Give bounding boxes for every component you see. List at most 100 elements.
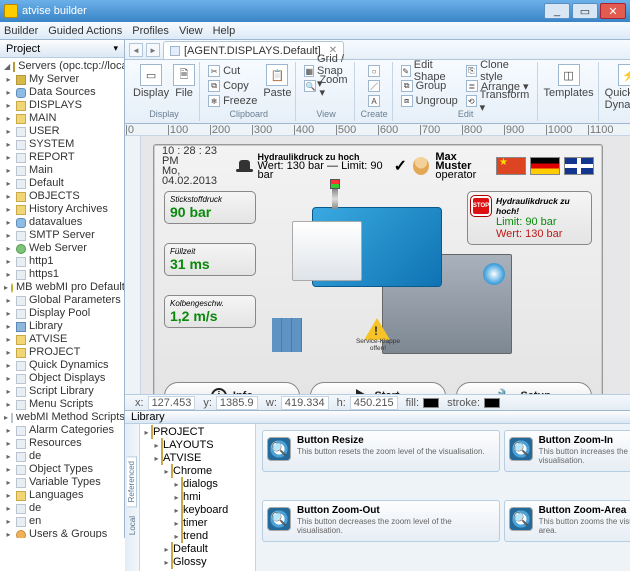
ribbon-ungroup[interactable]: ⧈Ungroup: [399, 94, 460, 108]
tree-node[interactable]: ▸Main: [2, 164, 124, 177]
design-canvas[interactable]: 10 : 28 : 23 PMMo, 04.02.2013 Hydraulikd…: [141, 136, 630, 394]
ribbon-paste[interactable]: 📋Paste: [263, 64, 291, 108]
tree-node[interactable]: ▸Data Sources: [2, 86, 124, 99]
library-tree-node[interactable]: ▸Default: [142, 543, 253, 556]
tree-node[interactable]: ▸Web Server: [2, 242, 124, 255]
tree-node[interactable]: ▸MB webMI pro Default: [2, 281, 124, 294]
library-tab-referenced[interactable]: Referenced: [127, 456, 137, 507]
library-tree-node[interactable]: ▸trend: [142, 530, 253, 543]
ribbon-copy[interactable]: ⧉Copy: [206, 79, 259, 93]
ribbon-shape-line[interactable]: ／: [366, 79, 382, 93]
tree-node[interactable]: ▸REPORT: [2, 151, 124, 164]
library-tree-node[interactable]: ▸timer: [142, 517, 253, 530]
flag-uk[interactable]: [564, 157, 594, 175]
ribbon-clone-style[interactable]: ⎘Clone style: [464, 64, 533, 78]
ribbon-edit-shape[interactable]: ✎Edit Shape: [399, 64, 460, 78]
tab-nav-left[interactable]: ◄: [129, 43, 143, 57]
library-tree-node[interactable]: ▸Chrome: [142, 465, 253, 478]
info-button[interactable]: iInfo: [164, 382, 300, 394]
tree-node[interactable]: ▸en: [2, 515, 124, 528]
window-minimize-button[interactable]: _: [544, 3, 570, 19]
ribbon-templates[interactable]: ◫Templates: [544, 64, 594, 99]
tree-node[interactable]: ▸USER: [2, 125, 124, 138]
ribbon-quick-dynamics[interactable]: ⚡Quick Dynamics: [605, 64, 630, 111]
ack-check-icon[interactable]: ✓: [394, 156, 407, 176]
tree-node[interactable]: ▸Alarm Categories: [2, 424, 124, 437]
tree-node[interactable]: ▸Users & Groups: [2, 528, 124, 538]
tree-node[interactable]: ▸MAIN: [2, 112, 124, 125]
library-tab-local[interactable]: Local: [128, 512, 137, 539]
menu-profiles[interactable]: Profiles: [132, 25, 169, 37]
menu-view[interactable]: View: [179, 25, 203, 37]
ribbon-group-edit: Edit: [458, 109, 474, 119]
library-item[interactable]: Button ResizeThis button resets the zoom…: [262, 430, 500, 472]
library-tree-node[interactable]: ▸hmi: [142, 491, 253, 504]
menu-builder[interactable]: Builder: [4, 25, 38, 37]
ribbon-shape-circle[interactable]: ○: [366, 64, 382, 78]
stroke-swatch[interactable]: [484, 398, 500, 408]
library-item[interactable]: Button Zoom-AreaThis button zooms the vi…: [504, 500, 630, 542]
tree-node[interactable]: ▸My Server: [2, 73, 124, 86]
tree-node[interactable]: ▸ATVISE: [2, 333, 124, 346]
menu-help[interactable]: Help: [213, 25, 236, 37]
magnifier-icon: [509, 437, 533, 461]
library-tree-node[interactable]: ▸ATVISE: [142, 452, 253, 465]
ribbon-freeze[interactable]: ❄Freeze: [206, 94, 259, 108]
window-maximize-button[interactable]: ▭: [572, 3, 598, 19]
tree-node[interactable]: ▸OBJECTS: [2, 190, 124, 203]
tree-node[interactable]: ▸webMI Method Scripts: [2, 411, 124, 424]
tree-node[interactable]: ▸Resources: [2, 437, 124, 450]
flag-china[interactable]: [496, 157, 526, 175]
tree-node[interactable]: ▸Object Types: [2, 463, 124, 476]
library-item[interactable]: Button Zoom-OutThis button decreases the…: [262, 500, 500, 542]
start-button[interactable]: Start: [310, 382, 446, 394]
tree-node[interactable]: ▸Menu Scripts: [2, 398, 124, 411]
tree-node[interactable]: ▸datavalues: [2, 216, 124, 229]
library-tree-node[interactable]: ▸keyboard: [142, 504, 253, 517]
project-panel: Project ▾ ◢Servers (opc.tcp://localhost:…: [0, 40, 125, 538]
tree-node[interactable]: ▸PROJECT: [2, 346, 124, 359]
ribbon-display-button[interactable]: ▭Display: [133, 64, 169, 99]
tree-node[interactable]: ▸https1: [2, 268, 124, 281]
ribbon-transform[interactable]: ⟲Transform ▾: [464, 94, 533, 108]
ribbon-file-button[interactable]: 🗎File: [173, 64, 195, 99]
ribbon-group[interactable]: ⧉Group: [399, 79, 460, 93]
tree-node[interactable]: ▸SYSTEM: [2, 138, 124, 151]
fill-swatch[interactable]: [423, 398, 439, 408]
tree-node[interactable]: ▸Object Displays: [2, 372, 124, 385]
flag-germany[interactable]: [530, 157, 560, 175]
library-tree[interactable]: ▸PROJECT▸LAYOUTS▸ATVISE▸Chrome▸dialogs▸h…: [140, 424, 256, 571]
pin-icon[interactable]: ▾: [113, 43, 118, 54]
ribbon-zoom[interactable]: 🔍Zoom ▾: [302, 79, 349, 93]
tree-node[interactable]: ▸Display Pool: [2, 307, 124, 320]
ribbon-group-display: Display: [149, 109, 179, 119]
window-close-button[interactable]: ✕: [600, 3, 626, 19]
ribbon-toolbar: ▭Display 🗎File Display ✂Cut ⧉Copy ❄Freez…: [125, 60, 630, 124]
ribbon-shape-text[interactable]: A: [366, 94, 382, 108]
project-tree[interactable]: ◢Servers (opc.tcp://localhost:4840)▸My S…: [0, 58, 124, 538]
tree-node[interactable]: ▸de: [2, 450, 124, 463]
library-tree-node[interactable]: ▸PROJECT: [142, 426, 253, 439]
tab-nav-right[interactable]: ►: [146, 43, 160, 57]
ribbon-cut[interactable]: ✂Cut: [206, 64, 259, 78]
menu-guided-actions[interactable]: Guided Actions: [48, 25, 122, 37]
tree-node[interactable]: ▸Default: [2, 177, 124, 190]
tree-node[interactable]: ▸History Archives: [2, 203, 124, 216]
tree-node[interactable]: ▸Languages: [2, 489, 124, 502]
warning-label: Service-Klappe offen!: [350, 338, 406, 352]
tree-node[interactable]: ▸Quick Dynamics: [2, 359, 124, 372]
tree-node[interactable]: ▸DISPLAYS: [2, 99, 124, 112]
tree-node[interactable]: ▸http1: [2, 255, 124, 268]
tree-node[interactable]: ▸Library: [2, 320, 124, 333]
library-items: Button ResizeThis button resets the zoom…: [256, 424, 630, 571]
tree-node[interactable]: ▸Global Parameters: [2, 294, 124, 307]
tree-node[interactable]: ▸Variable Types: [2, 476, 124, 489]
library-item[interactable]: Button Zoom-InThis button increases the …: [504, 430, 630, 472]
library-tree-node[interactable]: ▸Glossy: [142, 556, 253, 569]
setup-button[interactable]: 🔧Setup: [456, 382, 592, 394]
library-tree-node[interactable]: ▸LAYOUTS: [142, 439, 253, 452]
library-tree-node[interactable]: ▸dialogs: [142, 478, 253, 491]
tree-node[interactable]: ▸de: [2, 502, 124, 515]
tree-node[interactable]: ▸SMTP Server: [2, 229, 124, 242]
tree-node[interactable]: ▸Script Library: [2, 385, 124, 398]
